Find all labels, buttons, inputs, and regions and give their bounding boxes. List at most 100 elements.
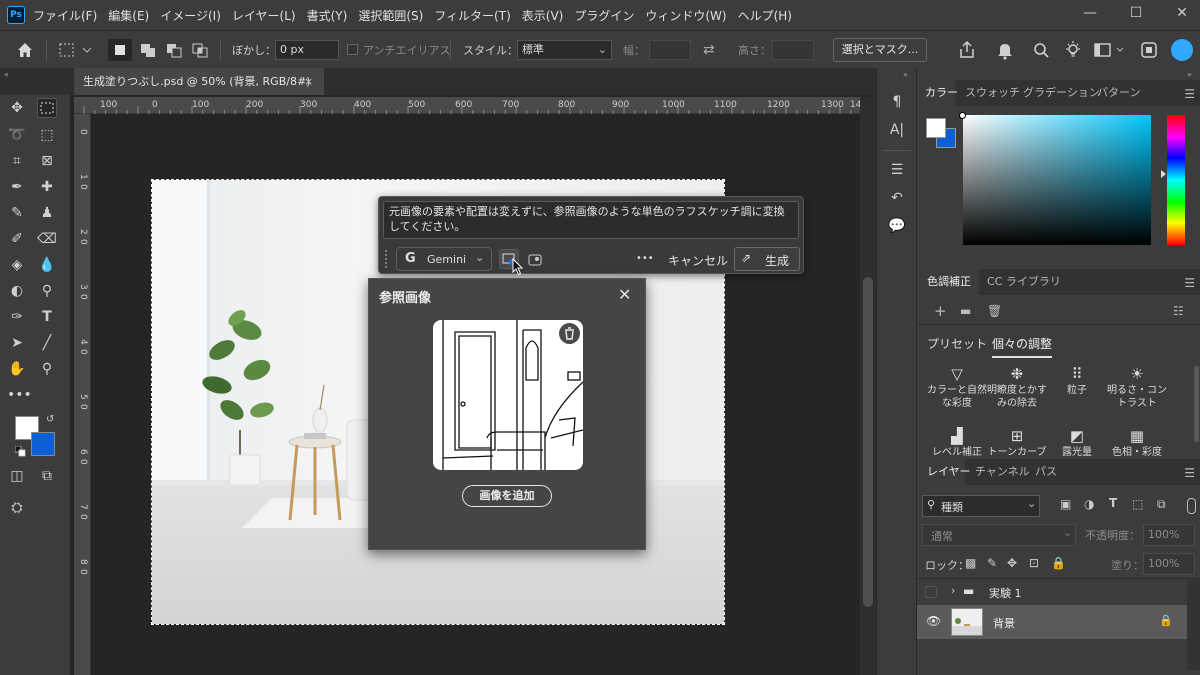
antialias-checkbox[interactable]: [347, 44, 358, 55]
menu-view[interactable]: 表示(V): [522, 7, 564, 24]
sponge-tool-icon[interactable]: ⚲: [37, 281, 57, 301]
add-image-button[interactable]: 画像を追加: [462, 485, 552, 507]
history-brush-tool-icon[interactable]: ✐: [7, 229, 27, 249]
hand-tool-icon[interactable]: ✋: [7, 359, 27, 379]
maximize-icon[interactable]: ☐: [1126, 3, 1146, 23]
add-preset-icon[interactable]: +: [934, 302, 947, 320]
more-tools-icon[interactable]: •••: [7, 385, 32, 405]
hue-slider[interactable]: [1167, 115, 1185, 245]
prompt-input[interactable]: 元画像の要素や配置は変えずに、参照画像のような単色のラフスケッチ調に変換してくだ…: [383, 201, 799, 239]
menu-select[interactable]: 選択範囲(S): [358, 7, 423, 24]
layer-filter-select[interactable]: ⚲ 種類 ⌄: [922, 495, 1040, 517]
clone-stamp-tool-icon[interactable]: ♟: [37, 203, 57, 223]
character-icon[interactable]: A|: [887, 120, 907, 140]
collapse-left-icon[interactable]: «: [4, 70, 9, 79]
more-options-icon[interactable]: •••: [636, 253, 654, 264]
intersect-selection-icon[interactable]: [188, 39, 212, 61]
adjust-exposure[interactable]: ◩ 露光量: [1045, 429, 1109, 457]
background-color-swatch[interactable]: [31, 432, 55, 456]
fill-input[interactable]: 100%: [1143, 553, 1195, 575]
tab-patterns[interactable]: パターン: [1097, 80, 1140, 106]
add-selection-icon[interactable]: [136, 39, 160, 61]
height-input[interactable]: [772, 40, 814, 60]
extensions-icon[interactable]: [1138, 39, 1160, 61]
tab-cc-libraries[interactable]: CC ライブラリ: [987, 269, 1061, 295]
rectangular-marquee-tool-icon[interactable]: [37, 98, 57, 118]
lock-image-icon[interactable]: ✎: [987, 556, 997, 570]
eraser-tool-icon[interactable]: ⌫: [37, 229, 57, 249]
screen-mode-icon[interactable]: ⧉: [37, 466, 57, 486]
close-window-icon[interactable]: ✕: [1172, 3, 1192, 23]
close-tab-icon[interactable]: ×: [304, 68, 313, 95]
width-input[interactable]: [649, 40, 691, 60]
menu-plugins[interactable]: プラグイン: [574, 7, 634, 24]
path-selection-tool-icon[interactable]: ➤: [7, 333, 27, 353]
tab-paths[interactable]: パス: [1035, 459, 1057, 485]
workspace-icon[interactable]: [1092, 39, 1128, 61]
quick-mask-icon[interactable]: ◫: [7, 466, 27, 486]
tab-swatches[interactable]: スウォッチ: [965, 80, 1020, 106]
cancel-button[interactable]: キャンセル: [668, 252, 728, 269]
filter-smart-icon[interactable]: ⧉: [1157, 497, 1166, 512]
list-view-icon[interactable]: ☷: [1173, 304, 1184, 318]
history-icon[interactable]: ↶: [887, 188, 907, 208]
menu-filter[interactable]: フィルター(T): [434, 7, 510, 24]
style-reference-icon[interactable]: [526, 251, 544, 269]
vertical-scrollbar[interactable]: [860, 97, 876, 675]
eye-icon[interactable]: 👁: [926, 614, 941, 628]
color-field[interactable]: [963, 115, 1151, 245]
menu-layer[interactable]: レイヤー(L): [232, 7, 296, 24]
close-panel-icon[interactable]: ✕: [618, 285, 631, 304]
subtab-individual[interactable]: 個々の調整: [992, 335, 1053, 358]
collapse-panels-icon[interactable]: »: [1187, 70, 1192, 79]
move-tool-icon[interactable]: ✥: [7, 98, 27, 118]
eyedropper-tool-icon[interactable]: ✒: [7, 177, 27, 197]
layer-row[interactable]: › ▬ 実験 1: [917, 580, 1187, 604]
lasso-tool-icon[interactable]: ➰: [7, 125, 27, 145]
panel-menu-icon[interactable]: ☰: [1184, 466, 1195, 480]
adjust-scrollbar[interactable]: [1194, 366, 1199, 442]
tab-gradients[interactable]: グラデーション: [1023, 80, 1100, 106]
comments-icon[interactable]: 💬: [887, 216, 907, 236]
menu-image[interactable]: イメージ(I): [160, 7, 221, 24]
adjust-grain[interactable]: ⠿ 粒子: [1045, 367, 1109, 397]
home-icon[interactable]: [14, 39, 40, 61]
menu-edit[interactable]: 編集(E): [108, 7, 149, 24]
drag-handle-icon[interactable]: [384, 249, 388, 269]
delete-reference-button[interactable]: [559, 323, 580, 344]
reference-thumbnail[interactable]: [433, 320, 583, 470]
default-colors-icon[interactable]: [14, 445, 26, 457]
share-icon[interactable]: [956, 39, 978, 61]
paragraph-icon[interactable]: ¶: [887, 92, 907, 112]
new-selection-icon[interactable]: [108, 39, 132, 61]
filter-adjustment-icon[interactable]: ◑: [1084, 497, 1094, 511]
menu-window[interactable]: ウィンドウ(W): [645, 7, 726, 24]
adjust-clarity[interactable]: ❉ 明瞭度とかすみの除去: [985, 367, 1049, 410]
pen-tool-icon[interactable]: ✑: [7, 307, 27, 327]
scrollbar-thumb[interactable]: [863, 277, 873, 607]
swap-colors-icon[interactable]: ↺: [46, 414, 54, 425]
dodge-tool-icon[interactable]: ◐: [7, 281, 27, 301]
filter-shape-icon[interactable]: ⬚: [1132, 497, 1143, 511]
tab-adjustments[interactable]: 色調補正: [917, 269, 979, 295]
blur-tool-icon[interactable]: 💧: [37, 255, 57, 275]
crop-tool-icon[interactable]: ⌗: [7, 151, 27, 171]
bell-icon[interactable]: [994, 39, 1016, 61]
subtract-selection-icon[interactable]: [162, 39, 186, 61]
visibility-toggle[interactable]: [925, 586, 937, 598]
trash-icon[interactable]: 🗑: [987, 304, 1002, 318]
lock-position-icon[interactable]: ✥: [1007, 556, 1017, 570]
menu-help[interactable]: ヘルプ(H): [738, 7, 792, 24]
opacity-input[interactable]: 100%: [1143, 524, 1195, 546]
lock-artboard-icon[interactable]: ⊡: [1029, 556, 1039, 570]
swap-dimensions-icon[interactable]: ⇄: [703, 39, 725, 61]
layers-scrollbar[interactable]: [1187, 580, 1200, 670]
filter-pixel-icon[interactable]: ▣: [1060, 497, 1071, 511]
blend-mode-select[interactable]: 通常 ⌄: [922, 524, 1076, 546]
color-picker-handle[interactable]: [959, 112, 966, 119]
adjust-curves[interactable]: ⊞ トーンカーブ: [985, 429, 1049, 457]
subtab-presets[interactable]: プリセット: [927, 335, 987, 352]
chevron-right-icon[interactable]: ›: [951, 584, 955, 597]
user-avatar[interactable]: [1171, 39, 1193, 61]
search-icon[interactable]: [1030, 39, 1052, 61]
